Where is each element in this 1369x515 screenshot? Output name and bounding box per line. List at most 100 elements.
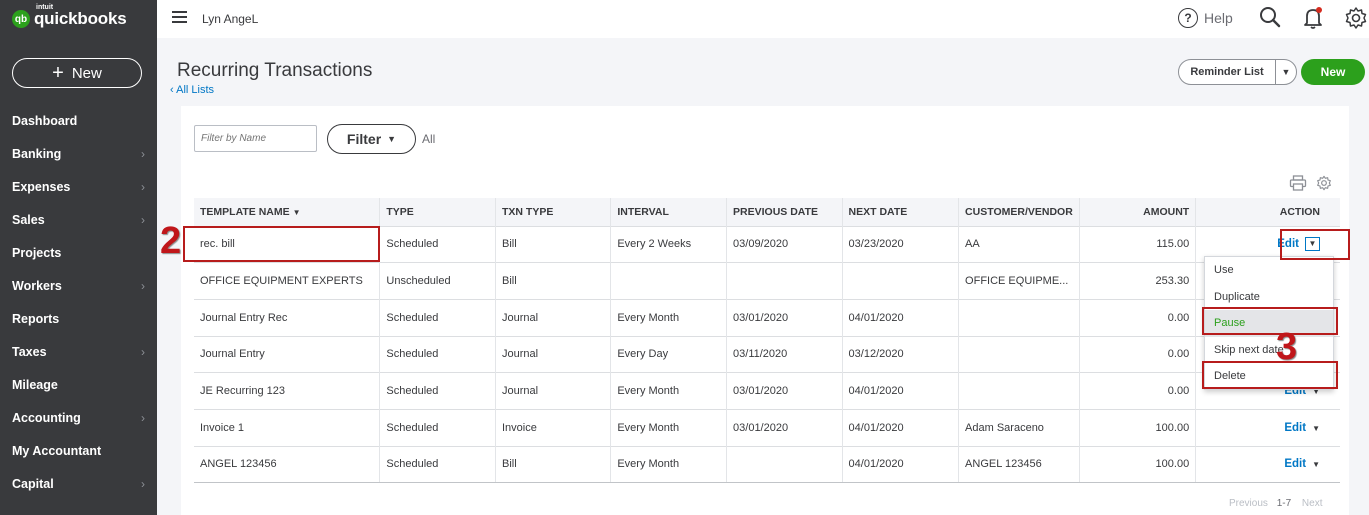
column-header-interval[interactable]: INTERVAL (610, 198, 728, 226)
notification-bell-icon[interactable] (1302, 6, 1324, 30)
template-name-cell: ANGEL 123456 (194, 445, 381, 484)
table-row[interactable]: Journal Entry Rec Scheduled Journal Every M… (194, 298, 1340, 337)
menu-item-use[interactable]: Use (1205, 257, 1333, 284)
template-name-cell: Journal Entry (194, 335, 381, 373)
brand-text: intuit quickbooks (34, 4, 127, 29)
next-date-cell: 04/01/2020 (842, 445, 960, 484)
previous-page-link[interactable]: Previous (1229, 498, 1268, 509)
column-header-previous-date[interactable]: PREVIOUS DATE (726, 198, 843, 226)
table-row[interactable]: ANGEL 123456 Scheduled Bill Every Month 04/0… (194, 445, 1340, 484)
interval-cell: Every 2 Weeks (610, 225, 728, 263)
help-button[interactable]: ? Help (1178, 8, 1233, 28)
column-header-next-date[interactable]: NEXT DATE (842, 198, 960, 226)
column-header-customer-vendor[interactable]: CUSTOMER/VENDOR (958, 198, 1080, 226)
sidebar-item-dashboard[interactable]: Dashboard (0, 104, 157, 137)
column-header-type[interactable]: TYPE (379, 198, 496, 226)
quickbooks-logo[interactable]: qb intuit quickbooks (12, 4, 127, 29)
column-header-label: TEMPLATE NAME (200, 205, 290, 218)
sidebar-item-taxes[interactable]: Taxes › (0, 335, 157, 368)
sidebar-item-mileage[interactable]: Mileage (0, 368, 157, 401)
sidebar-new-button[interactable]: + New (12, 58, 142, 88)
settings-gear-icon[interactable] (1344, 6, 1368, 30)
column-header-template-name[interactable]: TEMPLATE NAME ▼ (194, 198, 381, 226)
sidebar-item-expenses[interactable]: Expenses › (0, 170, 157, 203)
column-header-action: ACTION (1195, 198, 1340, 226)
action-dropdown-icon[interactable]: ▼ (1312, 460, 1320, 469)
customer-vendor-cell (958, 298, 1080, 337)
column-header-amount[interactable]: AMOUNT (1079, 198, 1197, 226)
chevron-right-icon: › (141, 146, 145, 161)
table-row[interactable]: JE Recurring 123 Scheduled Journal Every Mo… (194, 372, 1340, 410)
customer-vendor-cell (958, 335, 1080, 373)
filter-by-name-input[interactable] (194, 125, 317, 152)
edit-link[interactable]: Edit (1284, 458, 1306, 470)
txn-type-cell: Journal (495, 298, 612, 337)
customer-vendor-cell (958, 372, 1080, 410)
table-header-row: TEMPLATE NAME ▼ TYPE TXN TYPE INTERVAL P… (194, 198, 1340, 226)
pagination: Previous 1-7 Next (1229, 498, 1322, 509)
customer-vendor-cell: Adam Saraceno (958, 408, 1080, 447)
table-settings-gear-icon[interactable] (1316, 175, 1332, 191)
table-row[interactable]: Invoice 1 Scheduled Invoice Every Month 03/0… (194, 408, 1340, 447)
next-date-cell: 03/23/2020 (842, 225, 960, 263)
left-sidebar: qb intuit quickbooks + New Dashboard Bank… (0, 0, 157, 515)
step-3-marker: 3 (1276, 326, 1298, 368)
interval-cell: Every Month (610, 445, 728, 484)
hamburger-menu-icon[interactable] (172, 11, 187, 23)
sidebar-item-workers[interactable]: Workers › (0, 269, 157, 302)
txn-type-cell: Bill (495, 225, 612, 263)
next-date-cell: 03/12/2020 (842, 335, 960, 373)
sidebar-item-label: Accounting (12, 410, 81, 425)
next-date-cell: 04/01/2020 (842, 408, 960, 447)
sidebar-item-accounting[interactable]: Accounting › (0, 401, 157, 434)
sidebar-item-reports[interactable]: Reports (0, 302, 157, 335)
new-transaction-button[interactable]: New (1301, 59, 1365, 85)
amount-cell: 253.30 (1079, 262, 1197, 300)
intuit-label: intuit (36, 4, 54, 11)
interval-cell: Every Day (610, 335, 728, 373)
reminder-list-button[interactable]: Reminder List ▼ (1178, 59, 1297, 85)
annotation-box-delete (1202, 361, 1338, 389)
chevron-right-icon: › (141, 278, 145, 293)
sidebar-item-sales[interactable]: Sales › (0, 203, 157, 236)
type-cell: Scheduled (379, 335, 496, 373)
chevron-down-icon[interactable]: ▼ (1276, 67, 1296, 77)
sidebar-item-label: Taxes (12, 344, 47, 359)
search-icon[interactable] (1259, 6, 1281, 30)
template-name-cell: JE Recurring 123 (194, 372, 381, 410)
customer-vendor-cell: AA (958, 225, 1080, 263)
sidebar-item-label: Projects (12, 245, 62, 260)
sidebar-item-capital[interactable]: Capital › (0, 467, 157, 500)
all-lists-link[interactable]: ‹ All Lists (170, 84, 214, 96)
action-cell: Edit ▼ (1195, 408, 1340, 447)
sidebar-item-banking[interactable]: Banking › (0, 137, 157, 170)
sidebar-nav: Dashboard Banking › Expenses › Sales › Projects… (0, 104, 157, 500)
sidebar-item-label: Banking (12, 146, 62, 161)
sidebar-item-label: Reports (12, 311, 60, 326)
previous-date-cell: 03/01/2020 (726, 298, 843, 337)
type-cell: Scheduled (379, 225, 496, 263)
menu-item-skip-next-date[interactable]: Skip next date (1205, 337, 1333, 364)
filter-label: Filter (346, 131, 382, 147)
type-cell: Scheduled (379, 298, 496, 337)
next-date-cell: 04/01/2020 (842, 298, 960, 337)
caret-down-icon: ▼ (387, 134, 397, 144)
question-icon: ? (1178, 8, 1198, 28)
column-header-txn-type[interactable]: TXN TYPE (495, 198, 612, 226)
table-row[interactable]: OFFICE EQUIPMENT EXPERTS Unscheduled Bill O… (194, 262, 1340, 300)
sidebar-item-label: Expenses (12, 179, 71, 194)
sidebar-item-projects[interactable]: Projects (0, 236, 157, 269)
table-row[interactable]: Journal Entry Scheduled Journal Every Day 03… (194, 335, 1340, 373)
next-date-cell (842, 262, 960, 300)
print-icon[interactable] (1289, 175, 1307, 191)
edit-link[interactable]: Edit (1284, 422, 1306, 434)
txn-type-cell: Invoice (495, 408, 612, 447)
action-dropdown-icon[interactable]: ▼ (1312, 424, 1320, 433)
chevron-right-icon: › (141, 212, 145, 227)
next-page-link[interactable]: Next (1302, 498, 1323, 509)
interval-cell: Every Month (610, 298, 728, 337)
filter-button[interactable]: Filter ▼ (327, 124, 416, 154)
sidebar-item-my-accountant[interactable]: My Accountant (0, 434, 157, 467)
customer-vendor-cell: OFFICE EQUIPME... (958, 262, 1080, 300)
step-2-marker: 2 (160, 220, 182, 262)
